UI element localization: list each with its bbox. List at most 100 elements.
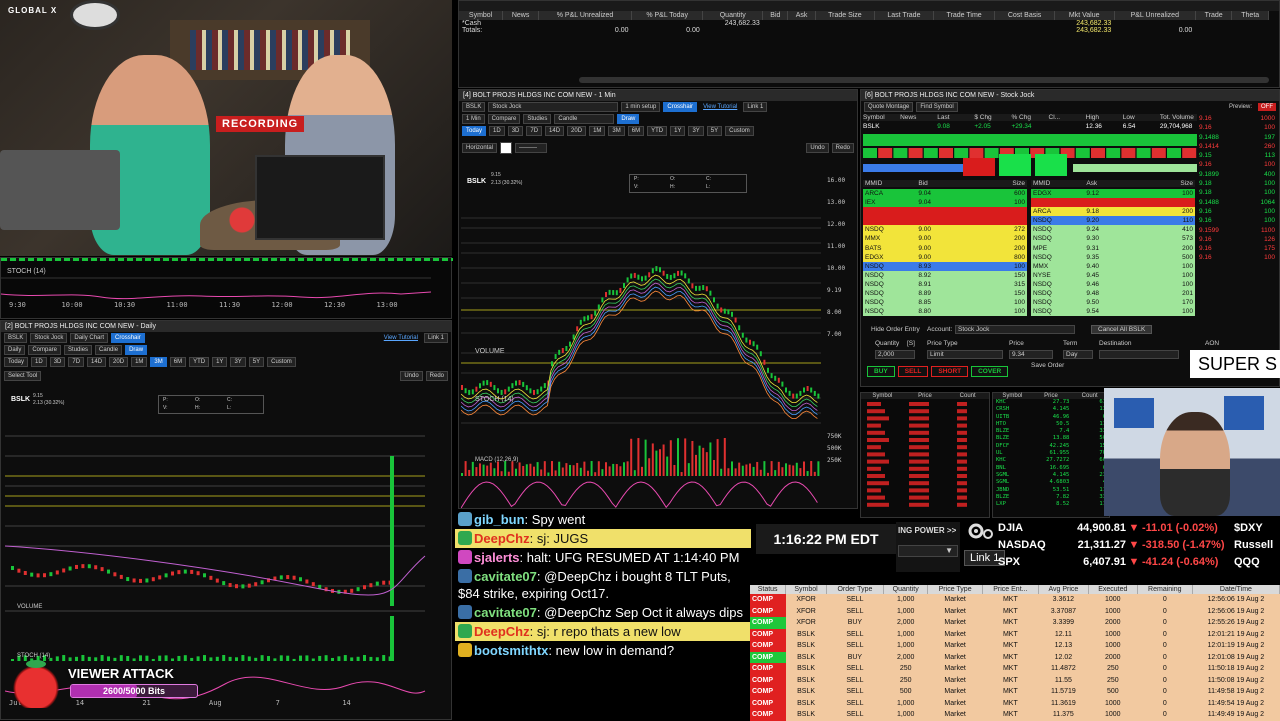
- daily-range-today[interactable]: Today: [4, 357, 29, 367]
- cancel-all-button[interactable]: Cancel All BSLK: [1091, 325, 1153, 334]
- intraday-redo-button[interactable]: Redo: [831, 143, 854, 153]
- ask-row[interactable]: NSDQ 9.24 410: [1031, 225, 1195, 235]
- sell-button[interactable]: SELL: [897, 366, 929, 377]
- gear-icon[interactable]: [962, 520, 998, 542]
- scanner-right-row[interactable]: HTO 50.5 11: [993, 421, 1109, 428]
- daily-range-3y[interactable]: 3Y: [230, 357, 246, 367]
- bid-row[interactable]: ARCA 9.04 600: [863, 189, 1027, 199]
- orders-col-header[interactable]: Symbol: [785, 585, 827, 594]
- intraday-crosshair-button[interactable]: Crosshair: [663, 102, 698, 112]
- daily-range-5y[interactable]: 5Y: [248, 357, 265, 367]
- quote-header-cell[interactable]: Tot. Volume: [1160, 114, 1197, 121]
- intraday-range-7d[interactable]: 7D: [526, 126, 543, 136]
- chat-username[interactable]: bootsmithtx: [474, 643, 548, 658]
- ask-header-cell[interactable]: Size: [1140, 180, 1193, 187]
- daily-range-1m[interactable]: 1M: [131, 357, 148, 367]
- positions-col-3[interactable]: % P&L Today: [631, 11, 704, 20]
- bid-header-cell[interactable]: Bid: [918, 180, 971, 187]
- daily-symbol-field[interactable]: BSLK: [4, 333, 28, 343]
- intraday-studies-button[interactable]: Studies: [523, 114, 552, 124]
- ask-row[interactable]: MMX 9.40 100: [1031, 261, 1195, 271]
- intraday-range-ytd[interactable]: YTD: [647, 126, 668, 136]
- intraday-compare-button[interactable]: Compare: [487, 114, 521, 124]
- bid-row[interactable]: IEX 9.04 100: [863, 198, 1027, 208]
- orders-col-header[interactable]: Order Type: [826, 585, 884, 594]
- bid-row[interactable]: NSDQ 8.89 150: [863, 289, 1027, 299]
- positions-row[interactable]: Totals: 0.00 0.00 243,682.33 0.00: [459, 27, 1269, 34]
- bid-row[interactable]: [863, 216, 1027, 226]
- intraday-style-select[interactable]: Candle: [554, 114, 615, 124]
- ask-header-cell[interactable]: MMID: [1033, 180, 1086, 187]
- chat-username[interactable]: DeepChz: [474, 624, 530, 639]
- quote-row[interactable]: BSLK 9.08 +2.05 +29.34 12.36 6.54 29,704…: [863, 123, 1197, 130]
- color-swatch[interactable]: [500, 142, 513, 154]
- intraday-range-1m[interactable]: 1M: [589, 126, 606, 136]
- scanner-right-row[interactable]: JBND 53.51 11: [993, 487, 1109, 494]
- orders-col-header[interactable]: Price Type: [927, 585, 983, 594]
- positions-col-5[interactable]: Bid: [762, 11, 789, 20]
- save-order-button[interactable]: Save Order: [1031, 362, 1064, 369]
- orders-row[interactable]: COMP XFOR SELL 1,000 Market MKT 3.37087 1000 0 12…: [750, 605, 1280, 617]
- price-type-select[interactable]: Limit: [927, 350, 1003, 359]
- scanner-right-row[interactable]: UL 61.955 70: [993, 450, 1109, 457]
- ask-row[interactable]: NYSE 9.45 100: [1031, 270, 1195, 280]
- daily-view-tutorial-link[interactable]: View Tutorial: [381, 334, 421, 342]
- positions-col-13[interactable]: Trade: [1195, 11, 1233, 20]
- daily-link-select[interactable]: Link 1: [423, 333, 448, 343]
- scanner-right-row[interactable]: SGML 4.145 23: [993, 472, 1109, 479]
- quote-header-cell[interactable]: Symbol: [863, 114, 900, 121]
- quote-header-cell[interactable]: News: [900, 114, 937, 121]
- intraday-range-3d[interactable]: 3D: [507, 126, 524, 136]
- ask-row[interactable]: NSDQ 9.35 500: [1031, 252, 1195, 262]
- ask-row[interactable]: EDGX 9.12 100: [1031, 189, 1195, 199]
- bid-row[interactable]: NSDQ 8.80 100: [863, 307, 1027, 317]
- positions-col-12[interactable]: P&L Unrealized: [1114, 11, 1196, 20]
- scanner-right-row[interactable]: BNL16.6956: [993, 465, 1109, 472]
- quantity-input[interactable]: 2,000: [875, 350, 915, 359]
- buying-power-select[interactable]: ▼: [898, 545, 958, 557]
- intraday-draw-button[interactable]: Draw: [617, 114, 640, 124]
- bid-row[interactable]: [863, 207, 1027, 217]
- ask-row[interactable]: NSDQ 9.46 100: [1031, 279, 1195, 290]
- bid-row[interactable]: NSDQ 9.00 272: [863, 225, 1027, 235]
- daily-range-1y[interactable]: 1Y: [212, 357, 228, 367]
- daily-range-custom[interactable]: Custom: [267, 357, 296, 367]
- daily-redo-button[interactable]: Redo: [425, 371, 448, 381]
- preview-toggle[interactable]: OFF: [1258, 103, 1276, 111]
- intraday-range-today[interactable]: Today: [462, 126, 487, 136]
- bid-row[interactable]: NSDQ 8.91 315: [863, 279, 1027, 290]
- orders-col-header[interactable]: Quantity: [883, 585, 929, 594]
- intraday-range-1d[interactable]: 1D: [489, 126, 505, 136]
- intraday-range-20d[interactable]: 20D: [567, 126, 587, 136]
- ask-row[interactable]: NSDQ 9.48 201: [1031, 289, 1195, 299]
- intraday-range-1y[interactable]: 1Y: [670, 126, 686, 136]
- daily-undo-button[interactable]: Undo: [400, 371, 423, 381]
- scanner-right-row[interactable]: BLZE 13.88 50: [993, 435, 1109, 442]
- daily-range-1d[interactable]: 1D: [31, 357, 47, 367]
- scanner-right-row[interactable]: LXP 8.52 11: [993, 501, 1109, 508]
- bid-header-cell[interactable]: MMID: [865, 180, 918, 187]
- daily-interval-select[interactable]: Daily: [4, 345, 26, 355]
- orders-row[interactable]: COMP BSLK SELL 500 Market MKT 11.5719 500 0 11:49…: [750, 686, 1280, 698]
- chat-username[interactable]: cavitate07: [474, 605, 537, 620]
- scanner-right-row[interactable]: BLZE 7.4 33: [993, 428, 1109, 435]
- quote-header-cell[interactable]: $ Chg: [974, 114, 1011, 121]
- scanner-right-row[interactable]: SGML4.68034: [993, 479, 1109, 486]
- daily-style-select[interactable]: Candle: [95, 345, 123, 355]
- daily-range-3m[interactable]: 3M: [150, 357, 167, 367]
- bid-row[interactable]: MMX 9.00 200: [863, 234, 1027, 244]
- intraday-range-3m[interactable]: 3M: [608, 126, 625, 136]
- scanner-right-row[interactable]: UITB46.966: [993, 414, 1109, 421]
- scanner-right-row[interactable]: KHC 27.7272 60: [993, 457, 1109, 464]
- positions-col-0[interactable]: Symbol: [459, 11, 504, 20]
- intraday-symbol-field[interactable]: BSLK: [462, 102, 486, 112]
- orders-col-header[interactable]: Remaining: [1137, 585, 1193, 594]
- bid-row[interactable]: NSDQ 8.92 150: [863, 270, 1027, 280]
- orders-row[interactable]: COMP XFOR BUY 2,000 Market MKT 3.3399 2000 0 12:5…: [750, 617, 1280, 629]
- ask-row[interactable]: NSDQ 9.30 573: [1031, 234, 1195, 244]
- daily-range-3d[interactable]: 3D: [49, 357, 66, 367]
- cover-button[interactable]: COVER: [971, 366, 1009, 377]
- positions-col-2[interactable]: % P&L Unrealized: [538, 11, 633, 20]
- scanner-right-row[interactable]: CRSH 4.145 13: [993, 406, 1109, 413]
- select-tool-dropdown[interactable]: Select Tool: [4, 371, 42, 381]
